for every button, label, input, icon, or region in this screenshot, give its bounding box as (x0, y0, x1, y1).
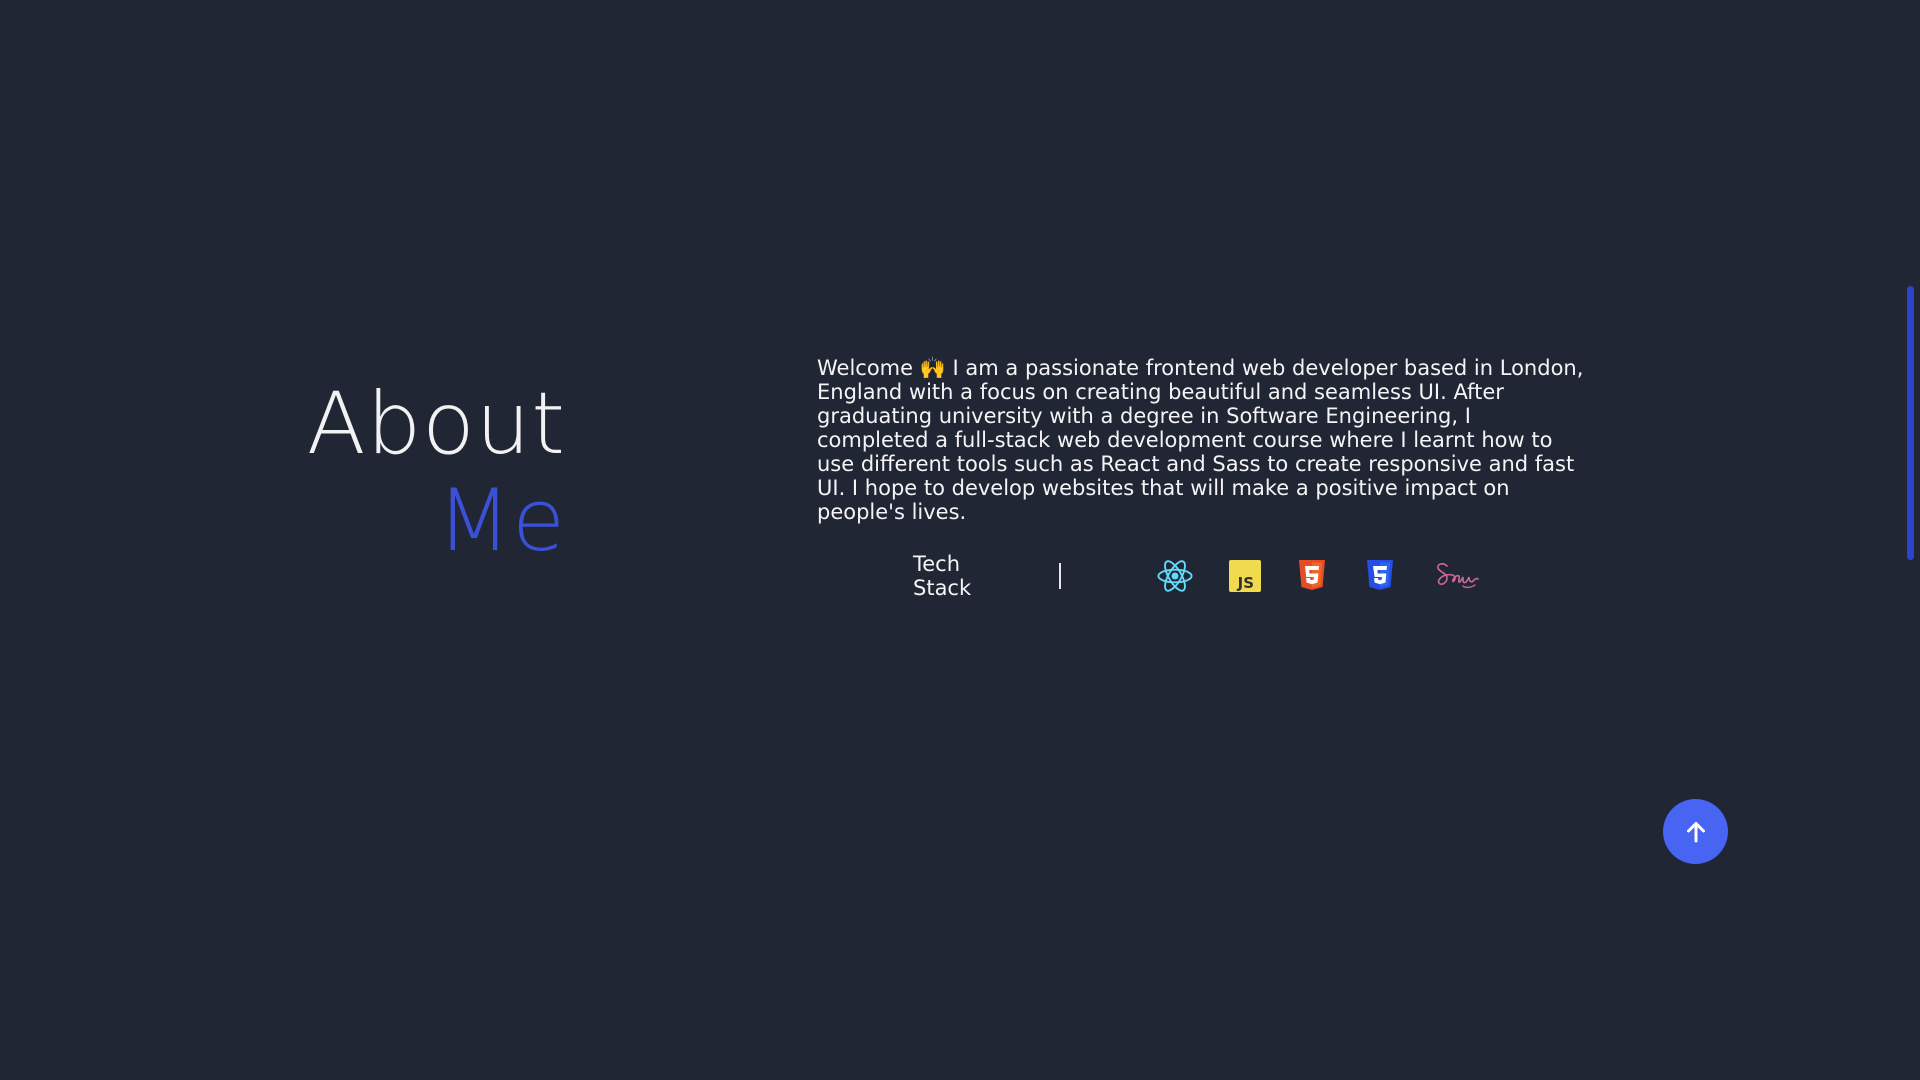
javascript-icon-label: JS (1237, 574, 1254, 592)
heading-me-text: Me (436, 471, 566, 571)
heading-about-text: About (306, 374, 566, 474)
scrollbar-thumb[interactable] (1907, 286, 1914, 560)
about-heading: About Me (300, 376, 566, 570)
arrow-up-icon (1683, 819, 1709, 845)
tech-stack-label: Tech Stack (913, 552, 972, 600)
tech-stack-divider (1059, 563, 1061, 589)
tech-stack-icons: JS (1156, 557, 1479, 595)
html5-icon[interactable] (1299, 560, 1325, 592)
css3-icon[interactable] (1367, 560, 1393, 592)
tech-stack-row: Tech Stack JS (913, 552, 1479, 600)
sass-icon[interactable] (1433, 558, 1479, 594)
back-to-top-button[interactable] (1663, 799, 1728, 864)
javascript-icon[interactable]: JS (1229, 560, 1261, 592)
about-section: About Me Welcome 🙌 I am a passionate fro… (0, 0, 1920, 1080)
react-icon[interactable] (1156, 557, 1194, 595)
bio-paragraph: Welcome 🙌 I am a passionate frontend web… (817, 356, 1584, 524)
